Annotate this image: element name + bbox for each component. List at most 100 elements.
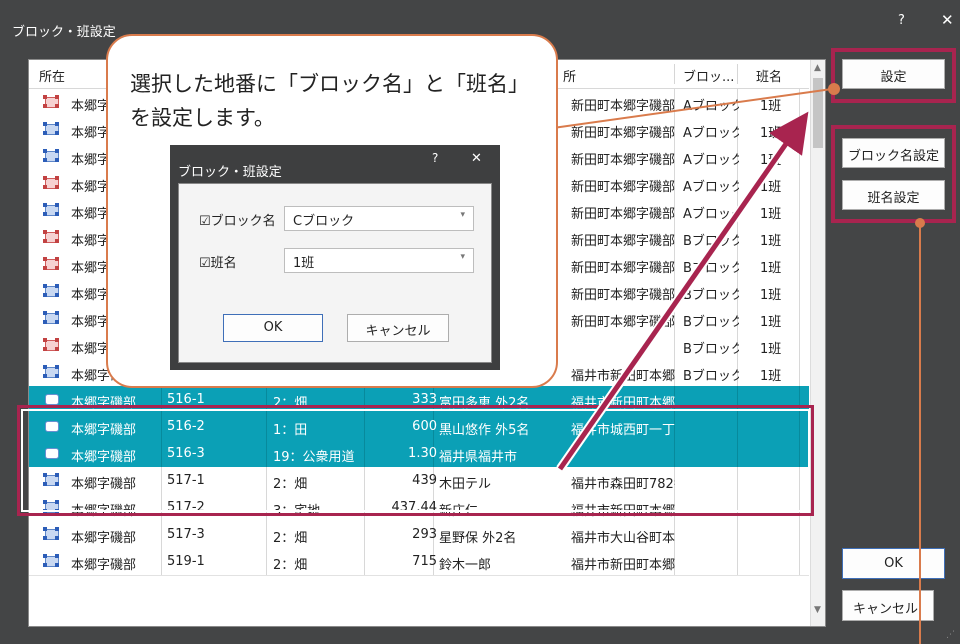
cell-loc: 本郷字磯部 [71, 558, 137, 573]
cell-divider [161, 521, 162, 548]
mini-block-group-dialog: ブロック・班設定 ? ✕ ☑ブロック名 Cブロック ▾ ☑班名 1班 ▾ OK … [170, 145, 500, 370]
cell-divider [674, 332, 675, 359]
cell-addr: 福井市新田町本郷字磯部 [571, 369, 675, 384]
cancel-button[interactable]: キャンセル [842, 590, 934, 621]
name-settings-highlight-frame [831, 125, 956, 223]
group-name-select-value: 1班 [293, 256, 315, 271]
cell-area: 293 [412, 527, 437, 542]
cell-block: Aブロック [683, 153, 739, 168]
cell-block: Bブロック [683, 234, 739, 249]
scroll-up-icon[interactable]: ▲ [814, 63, 821, 73]
cell-divider [737, 521, 738, 548]
parcel-polygon-icon [43, 311, 59, 324]
cell-addr: 新田町本郷字磯部 [571, 261, 675, 276]
cell-addr: 福井市大山谷町本堂字小 [571, 531, 675, 546]
cell-block: Aブロック [683, 180, 739, 195]
ok-button[interactable]: OK [842, 548, 945, 579]
settings-highlight-frame [831, 48, 956, 103]
cell-block: Bブロック [683, 261, 739, 276]
parcel-polygon-icon [43, 284, 59, 297]
cell-group: 1班 [760, 234, 782, 249]
mini-dialog-title: ブロック・班設定 [178, 165, 282, 180]
cell-addr: 新田町本郷字磯部 [571, 180, 675, 195]
cell-block: Bブロック [683, 342, 739, 357]
scroll-thumb[interactable] [813, 78, 823, 148]
cell-group: 1班 [760, 153, 782, 168]
cell-group: 1班 [760, 126, 782, 141]
parcel-polygon-icon [43, 122, 59, 135]
parcel-polygon-icon [43, 230, 59, 243]
cell-block: Bブロック [683, 369, 739, 384]
selected-rows-inner-frame [21, 409, 810, 512]
table-row[interactable]: 本郷字磯部 519-1 2：畑 715鈴木一郎 福井市新田町本郷字磯部 [29, 548, 809, 576]
cell-owner: 星野保 外2名 [439, 531, 517, 546]
scroll-down-icon[interactable]: ▼ [814, 605, 821, 615]
cell-group: 1班 [760, 315, 782, 330]
parcel-polygon-icon [43, 257, 59, 270]
block-name-select[interactable]: Cブロック ▾ [284, 206, 474, 231]
close-icon[interactable]: ✕ [941, 11, 954, 29]
parcel-polygon-icon [43, 365, 59, 378]
parcel-polygon-icon [43, 338, 59, 351]
parcel-polygon-icon [43, 392, 59, 405]
cell-loc: 本郷字磯部 [71, 531, 137, 546]
cell-addr: 新田町本郷字磯部 [571, 234, 675, 249]
column-header-block[interactable]: ブロッ... [683, 66, 734, 85]
column-separator [674, 64, 675, 84]
group-name-checkbox[interactable]: ☑班名 [199, 252, 237, 271]
parcel-polygon-icon [43, 203, 59, 216]
column-header-location[interactable]: 所在 [39, 66, 65, 85]
table-row[interactable]: 本郷字磯部 517-3 2：畑 293星野保 外2名 福井市大山谷町本堂字小 [29, 521, 809, 549]
column-header-group[interactable]: 班名 [756, 66, 782, 85]
cell-addr: 新田町本郷字磯部 [571, 315, 675, 330]
cell-owner: 鈴木一郎 [439, 558, 492, 573]
block-name-checkbox[interactable]: ☑ブロック名 [199, 210, 276, 229]
cell-block: Aブロック [683, 126, 739, 141]
mini-help-button[interactable]: ? [432, 151, 438, 165]
parcel-polygon-icon [43, 149, 59, 162]
column-header-address[interactable]: 所 [563, 66, 576, 85]
cell-group: 1班 [760, 207, 782, 222]
group-name-select[interactable]: 1班 ▾ [284, 248, 474, 273]
dialog-title: ブロック・班設定 [12, 25, 116, 40]
cell-group: 1班 [760, 342, 782, 357]
cell-group: 1班 [760, 369, 782, 384]
cell-cat: 2：畑 [273, 558, 308, 573]
cell-area: 715 [412, 554, 437, 569]
parcel-polygon-icon [43, 554, 59, 567]
cell-addr: 新田町本郷字磯部 [571, 99, 675, 114]
vertical-scrollbar[interactable]: ▲ ▼ [810, 60, 825, 626]
chevron-down-icon: ▾ [460, 210, 465, 220]
cell-block: Aブロック [683, 99, 739, 114]
callout-text-line2: を設定します。 [130, 106, 275, 130]
cell-cat: 2：畑 [273, 531, 308, 546]
cell-divider [799, 521, 800, 548]
mini-dialog-body: ☑ブロック名 Cブロック ▾ ☑班名 1班 ▾ OK キャンセル [178, 183, 492, 363]
cell-addr: 新田町本郷字磯部 [571, 288, 675, 303]
cell-group: 1班 [760, 288, 782, 303]
cell-num: 517-3 [167, 527, 205, 542]
cell-num: 519-1 [167, 554, 205, 569]
parcel-polygon-icon [43, 527, 59, 540]
chevron-down-icon: ▾ [460, 252, 465, 262]
cell-block: Aブロック [683, 207, 739, 222]
resize-grip[interactable]: ⋰ [946, 630, 955, 640]
cell-group: 1班 [760, 180, 782, 195]
cell-addr: 福井市新田町本郷字磯部 [571, 558, 675, 573]
cell-addr: 新田町本郷字磯部 [571, 126, 675, 141]
cell-addr: 新田町本郷字磯部 [571, 207, 675, 222]
cell-group: 1班 [760, 261, 782, 276]
cell-divider [364, 548, 365, 575]
mini-ok-button[interactable]: OK [223, 314, 323, 342]
block-name-select-value: Cブロック [293, 214, 355, 229]
cell-divider [161, 548, 162, 575]
cell-group: 1班 [760, 99, 782, 114]
parcel-polygon-icon [43, 176, 59, 189]
column-separator [737, 64, 738, 84]
cell-block: Bブロック [683, 288, 739, 303]
mini-cancel-button[interactable]: キャンセル [347, 314, 449, 342]
parcel-polygon-icon [43, 95, 59, 108]
help-button[interactable]: ? [898, 13, 905, 28]
mini-close-icon[interactable]: ✕ [471, 151, 482, 166]
cell-divider [364, 521, 365, 548]
